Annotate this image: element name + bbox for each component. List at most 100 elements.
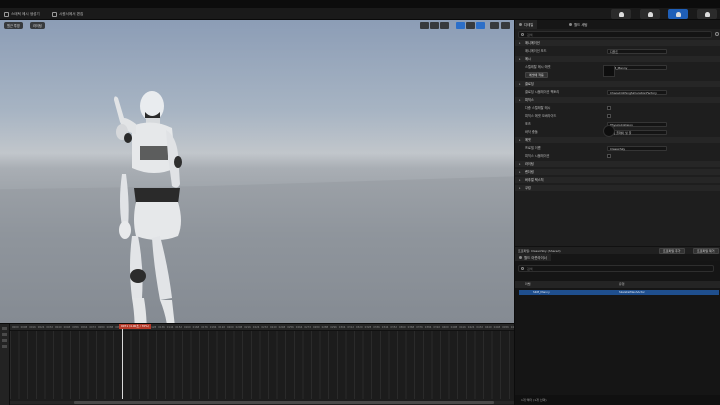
property-row[interactable]: 다중 스켈레탈 메시 bbox=[515, 105, 720, 112]
chevron-right-icon: ▸ bbox=[519, 170, 521, 174]
property-row[interactable]: 포즈 PhysicsCollision bbox=[515, 121, 720, 128]
property-category[interactable]: ▸ 애니메이션 bbox=[515, 40, 720, 46]
outliner-icon bbox=[519, 256, 522, 259]
track-handle[interactable] bbox=[2, 345, 7, 348]
title-strip bbox=[0, 0, 720, 8]
property-category[interactable]: ▸ 쿠킹 bbox=[515, 185, 720, 191]
property-label: 클로딩 시뮬레이션 팩토리 bbox=[525, 90, 560, 94]
sequencer-timeline[interactable]: 0000 0008 0016 0024 0032 0040 0048 0056 0064 0072… bbox=[0, 323, 517, 405]
property-row[interactable]: 피직스 시뮬레이션 bbox=[515, 153, 720, 160]
viewport-lit-button[interactable]: 라이팅 bbox=[30, 22, 45, 29]
timeline-tick-label: 0160 bbox=[184, 326, 191, 329]
property-row[interactable]: 스켈레탈 메시 에셋 SKM_Manny bbox=[515, 64, 720, 71]
main-toolbar: 스태틱 메시 생성기 시퀀서에서 편집 bbox=[0, 8, 720, 20]
category-label: 클로딩 bbox=[525, 82, 534, 86]
timeline-tick-label: 0384 bbox=[424, 326, 432, 329]
outliner-tabs: 월드 아웃라이너 bbox=[515, 254, 720, 261]
toolbar-person-button-2[interactable] bbox=[640, 9, 660, 19]
category-label: 피직스 bbox=[525, 98, 534, 102]
edit-in-sequencer-button[interactable]: 시퀀서에서 편집 bbox=[52, 10, 83, 18]
select-tool-button[interactable] bbox=[420, 22, 429, 29]
timeline-tick-label: 0312 bbox=[347, 326, 354, 329]
category-label: 라이팅 bbox=[525, 162, 534, 166]
timeline-grid[interactable] bbox=[10, 331, 514, 399]
track-handle[interactable] bbox=[2, 333, 7, 336]
viewport-layout-button[interactable] bbox=[501, 22, 510, 29]
timeline-tick-label: 0304 bbox=[338, 326, 346, 329]
property-category[interactable]: ▸ 버추얼 텍스처 bbox=[515, 177, 720, 183]
property-label: 피직스 에셋 오버라이드 bbox=[525, 114, 557, 118]
timeline-scrollbar[interactable] bbox=[10, 401, 514, 404]
physics-asset-thumbnail bbox=[603, 125, 615, 137]
toolbar-settings-button[interactable] bbox=[697, 9, 717, 19]
property-value[interactable]: 디폴트 bbox=[607, 49, 667, 54]
track-handle[interactable] bbox=[2, 339, 7, 342]
timeline-tick-label: 0064 bbox=[80, 326, 88, 329]
edit-in-sequencer-label: 시퀀서에서 편집 bbox=[59, 11, 84, 16]
timeline-tick-label: 0328 bbox=[364, 326, 372, 329]
property-value[interactable]: ClassicSky bbox=[607, 146, 667, 151]
property-category[interactable]: ▸ 라이팅 bbox=[515, 161, 720, 167]
toolbar-run-button[interactable] bbox=[668, 9, 688, 19]
rotate-tool-button[interactable] bbox=[440, 22, 449, 29]
outliner-search-input[interactable]: 검색 bbox=[518, 265, 714, 272]
move-tool-button[interactable] bbox=[430, 22, 439, 29]
property-checkbox[interactable] bbox=[607, 154, 611, 158]
timeline-tick-label: 0152 bbox=[175, 326, 182, 329]
chevron-right-icon: ▸ bbox=[519, 162, 521, 166]
tab-world-settings[interactable]: 월드 세팅 bbox=[565, 20, 592, 29]
outliner-col-type[interactable]: 유형 bbox=[619, 281, 625, 288]
timeline-tick-label: 0440 bbox=[485, 326, 492, 329]
property-row[interactable]: 애니메이션 모드 디폴트 bbox=[515, 48, 720, 55]
toolbar-person-button-1[interactable] bbox=[611, 9, 631, 19]
static-mesh-generator-button[interactable]: 스태틱 메시 생성기 bbox=[4, 10, 40, 18]
person-icon bbox=[647, 11, 653, 17]
rotation-snap-button[interactable] bbox=[466, 22, 475, 29]
timeline-tick-label: 0256 bbox=[287, 326, 294, 329]
gear-icon[interactable] bbox=[715, 32, 719, 36]
timeline-scroll-thumb[interactable] bbox=[74, 401, 494, 404]
category-label: 쿠킹 bbox=[525, 186, 531, 190]
scale-snap-button[interactable] bbox=[476, 22, 485, 29]
camera-speed-button[interactable] bbox=[490, 22, 499, 29]
apply-to-asset-button[interactable]: 에셋에 적용 bbox=[525, 72, 548, 78]
level-viewport[interactable]: 원근 투영 라이팅 bbox=[0, 20, 514, 323]
outliner-col-label[interactable]: 라벨 bbox=[525, 281, 531, 288]
timeline-tick-label: 0080 bbox=[98, 326, 105, 329]
property-value[interactable]: SKM_Manny bbox=[607, 65, 667, 70]
property-row[interactable]: 피직스 에셋 오버라이드 bbox=[515, 113, 720, 120]
mannequin-character[interactable] bbox=[112, 86, 222, 323]
grid-snap-button[interactable] bbox=[456, 22, 465, 29]
property-value[interactable]: 게임 플레이 및 물 bbox=[607, 130, 667, 135]
timeline-tick-label: 0424 bbox=[467, 326, 475, 329]
property-checkbox[interactable] bbox=[607, 106, 611, 110]
track-handle[interactable] bbox=[2, 327, 7, 330]
property-category[interactable]: ▸ 클로딩 bbox=[515, 81, 720, 87]
tab-outliner[interactable]: 월드 아웃라이너 bbox=[515, 254, 551, 261]
search-icon bbox=[521, 267, 524, 270]
property-category[interactable]: ▸ 메시 bbox=[515, 56, 720, 62]
property-category[interactable]: ▸ 피직스 bbox=[515, 97, 720, 103]
timeline-ruler[interactable]: 0000 0008 0016 0024 0032 0040 0048 0056 0064 0072… bbox=[10, 324, 517, 331]
timeline-tick-label: 0272 bbox=[304, 326, 311, 329]
outliner-row[interactable]: SKM_Manny SkeletalMeshActor bbox=[519, 290, 719, 295]
details-search-input[interactable]: 검색 bbox=[518, 31, 712, 38]
sequencer-icon bbox=[52, 11, 57, 17]
timeline-tick-label: 0368 bbox=[407, 326, 415, 329]
property-value[interactable]: PhysicsCollision bbox=[607, 122, 667, 127]
property-row[interactable]: 바닥 충돌 게임 플레이 및 물 bbox=[515, 129, 720, 136]
property-row[interactable]: 프로필 이름 ClassicSky bbox=[515, 145, 720, 152]
property-row[interactable]: 클로딩 시뮬레이션 팩토리 ChaosClothingSimulationFact… bbox=[515, 89, 720, 96]
viewport-perspective-button[interactable]: 원근 투영 bbox=[4, 22, 23, 29]
property-button-row[interactable]: 에셋에 적용 bbox=[515, 72, 720, 79]
playhead[interactable] bbox=[122, 324, 123, 399]
timeline-tick-label: 0072 bbox=[89, 326, 96, 329]
timeline-tick-label: 0232 bbox=[261, 326, 268, 329]
timeline-tick-label: 0360 bbox=[399, 326, 406, 329]
property-checkbox[interactable] bbox=[607, 114, 611, 118]
property-category[interactable]: ▸ 렌더링 bbox=[515, 169, 720, 175]
property-value[interactable]: ChaosClothingSimulationFactory bbox=[607, 90, 667, 95]
search-icon bbox=[521, 33, 524, 36]
tab-details[interactable]: 디테일 bbox=[515, 20, 538, 29]
property-category[interactable]: ▸ 에셋 bbox=[515, 137, 720, 143]
